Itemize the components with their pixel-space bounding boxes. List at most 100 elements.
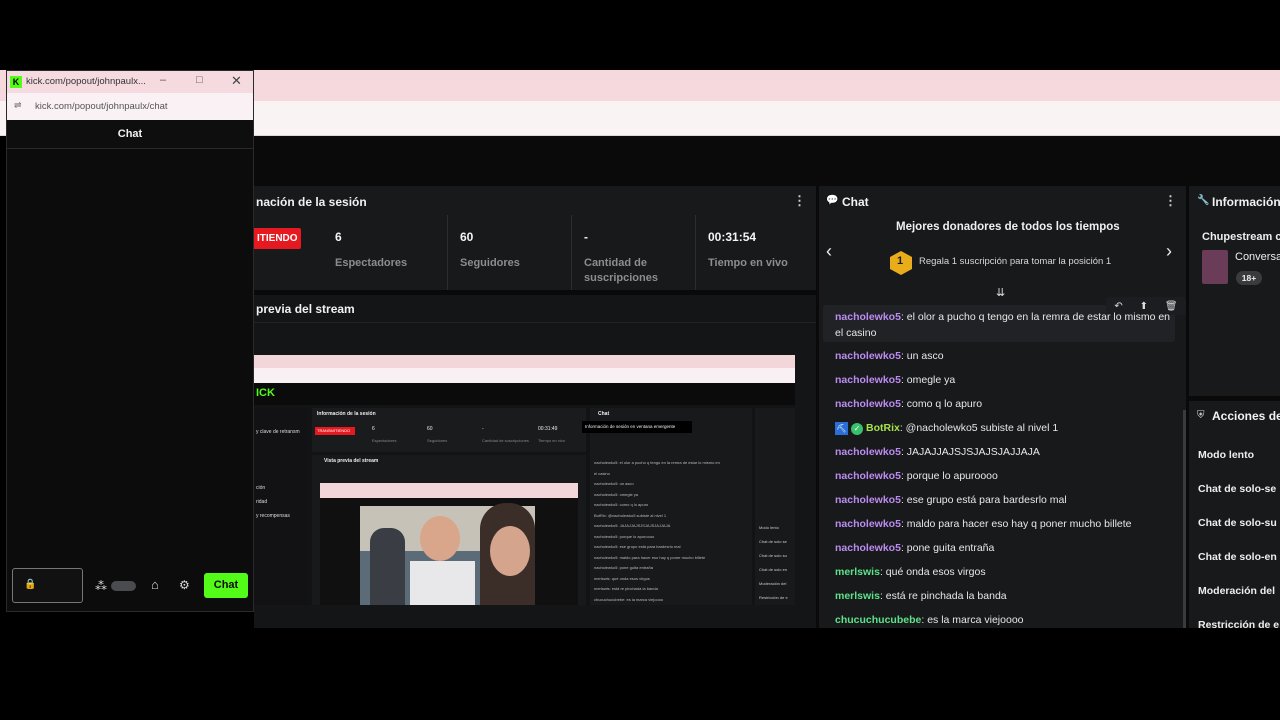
chat-message[interactable]: nacholewko5: JAJAJJAJSJSJAJSJAJJAJA	[835, 444, 1165, 460]
mini-chat-line: nacholewko5: JAJAJJAJSJSJAJSJAJJAJA	[594, 523, 671, 528]
stat-value: 6	[335, 230, 342, 244]
close-icon[interactable]: ✕	[231, 73, 242, 89]
chat-message[interactable]: nacholewko5: porque lo apuroooo	[835, 468, 1165, 484]
toggle-switch[interactable]	[111, 581, 136, 591]
chat-text: : está re pinchada la banda	[879, 590, 1007, 602]
mini-sidebar: y clave de retransm ción ridad y recompe…	[254, 408, 309, 605]
mini-chat-line: nacholewko5: pone guita entraña	[594, 565, 653, 570]
webcam-feed	[360, 503, 535, 605]
action-moderation[interactable]: Moderación del	[1198, 585, 1275, 597]
donors-cta[interactable]: Regala 1 suscripción para tomar la posic…	[919, 256, 1111, 267]
mini-chat-line: nacholewko5: como q lo apuro	[594, 502, 649, 507]
session-panel-title: nación de la sesión	[256, 195, 367, 209]
send-chat-button[interactable]: Chat	[204, 573, 248, 598]
popout-chat-title: Chat	[117, 128, 143, 140]
stream-info-panel	[1189, 186, 1280, 396]
mini-right-list: Modo lento Chat de solo se Chat de solo su…	[759, 521, 795, 605]
action-followers-only[interactable]: Chat de solo-se	[1198, 483, 1276, 495]
stat-label: Cantidad de suscripciones	[584, 257, 658, 284]
mini-session-title: Información de la sesión	[317, 411, 376, 417]
chat-username[interactable]: nacholewko5	[835, 446, 901, 458]
stat-subscriptions: - Cantidad de suscripciones	[571, 215, 695, 290]
stat-label: Tiempo en vivo	[708, 257, 788, 269]
chat-message[interactable]: nacholewko5: pone guita entraña	[835, 540, 1165, 556]
chat-username[interactable]: nacholewko5	[835, 518, 901, 530]
chat-message[interactable]: nacholewko5: omegle ya	[835, 372, 1165, 388]
collapse-arrow-icon[interactable]: ⇊	[996, 286, 1005, 299]
maximize-icon[interactable]: □	[196, 74, 203, 86]
chat-message-input[interactable]: 🔒	[12, 568, 83, 603]
mini-chat-list: nacholewko5: el olor a pucho q tengo en …	[594, 458, 750, 605]
mini-chat-line: nacholewko5: el olor a pucho q tengo en …	[594, 460, 720, 465]
chat-text: : ese grupo está para bardesrlo mal	[900, 494, 1067, 506]
site-settings-icon[interactable]: ⇌	[14, 100, 22, 111]
mini-chat-line: nacholewko5: ese grupo está para bardesr…	[594, 544, 681, 549]
preview-title: previa del stream	[256, 302, 355, 316]
chevron-right-icon[interactable]: ›	[1166, 241, 1172, 262]
chat-username[interactable]: merlswis	[835, 566, 880, 578]
chevron-left-icon[interactable]: ‹	[826, 241, 832, 262]
person-right-face	[490, 526, 530, 576]
mini-stat-lab: Tiempo en vivo	[538, 438, 565, 443]
chat-menu-icon[interactable]: ⋮	[1164, 193, 1177, 209]
popout-url[interactable]: kick.com/popout/johnpaulx/chat	[35, 101, 168, 112]
action-restriction[interactable]: Restricción de e	[1198, 619, 1279, 631]
chat-message[interactable]: nacholewko5: un asco	[835, 348, 1165, 364]
chat-username[interactable]: merlswis	[835, 590, 880, 602]
minimize-icon[interactable]: –	[160, 74, 166, 86]
popout-chat-window	[6, 70, 254, 612]
chat-message[interactable]: merlswis: está re pinchada la banda	[835, 588, 1165, 604]
lock-icon: 🔒	[24, 579, 37, 590]
mini-stat-lab: Espectadores	[372, 438, 397, 443]
mini-inner-browser	[320, 483, 578, 498]
chat-message[interactable]: nacholewko5: como q lo apuro	[835, 396, 1165, 412]
action-emotes-only[interactable]: Chat de solo-en	[1198, 551, 1277, 563]
mini-action-item: Restricción de e	[759, 595, 788, 600]
popout-chat-header: Chat	[7, 120, 253, 149]
chat-message[interactable]: nacholewko5: maldo para hacer eso hay q …	[835, 516, 1165, 532]
gear-icon[interactable]: ⚙	[179, 578, 190, 592]
chat-username[interactable]: nacholewko5	[835, 374, 901, 386]
chat-message[interactable]: nacholewko5: el olor a pucho q tengo en …	[835, 309, 1170, 341]
session-menu-icon[interactable]: ⋮	[793, 193, 806, 209]
mini-chat-title: Chat	[598, 411, 610, 417]
chat-text: : JAJAJJAJSJSJAJSJAJJAJA	[900, 446, 1040, 458]
chat-text: : maldo para hacer eso hay q poner mucho…	[900, 518, 1132, 530]
mini-chat-line: nacholewko5: porque lo apuroooo	[594, 533, 655, 539]
chat-username[interactable]: nacholewko5	[835, 350, 901, 362]
chat-username[interactable]: BotRix	[866, 422, 900, 434]
chat-bubble-icon: 💬	[826, 195, 839, 206]
chat-message[interactable]: ⛏ ✓ BotRix: @nacholewko5 subiste al nivel …	[835, 420, 1165, 436]
stream-video-preview[interactable]: ICK y clave de retransm ción ridad y rec…	[254, 355, 795, 605]
emote-icon[interactable]: ⁂	[95, 579, 107, 593]
mini-stat-lab: Seguidores	[427, 438, 448, 443]
mini-stat-val: 00:31:49	[538, 426, 558, 432]
mini-browser-address	[254, 368, 795, 383]
mini-chat-line: chucuchucubebe: es la marca viejoooo	[594, 596, 664, 602]
mini-sidebar-item: ridad	[256, 499, 268, 505]
mini-chat-line: nacholewko5: omegle ya	[594, 491, 639, 497]
chat-message[interactable]: nacholewko5: ese grupo está para bardesr…	[835, 492, 1165, 508]
kick-favicon-icon: K	[10, 76, 22, 88]
chat-username[interactable]: nacholewko5	[835, 542, 901, 554]
top-donors-title: Mejores donadores de todos los tiempos	[896, 221, 1120, 233]
chat-username[interactable]: nacholewko5	[835, 470, 901, 482]
chat-scrollbar[interactable]	[1183, 410, 1186, 628]
chat-message[interactable]: chucuchucubebe: es la marca viejoooo	[835, 612, 1165, 628]
mini-action-item: Chat de solo en	[759, 567, 788, 572]
action-slow-mode[interactable]: Modo lento	[1198, 449, 1254, 461]
chat-username[interactable]: nacholewko5	[835, 398, 901, 410]
chat-text: : un asco	[900, 350, 944, 362]
popout-titlebar[interactable]: K kick.com/popout/johnpaulx... – □ ✕	[7, 71, 253, 93]
action-subs-only[interactable]: Chat de solo-su	[1198, 517, 1277, 529]
stat-label: Seguidores	[460, 257, 520, 269]
chat-username[interactable]: nacholewko5	[835, 494, 901, 506]
store-icon[interactable]: ⌂	[151, 577, 159, 592]
popout-address-bar[interactable]: ⇌ kick.com/popout/johnpaulx/chat	[7, 93, 253, 120]
chat-username[interactable]: nacholewko5	[835, 311, 901, 323]
chat-username[interactable]: chucuchucubebe	[835, 614, 921, 626]
age-badge: 18+	[1236, 271, 1262, 285]
category-name[interactable]: Conversa	[1235, 251, 1280, 263]
chat-message[interactable]: merlswis: qué onda esos virgos	[835, 564, 1165, 580]
delete-icon[interactable]: 🗑	[1165, 301, 1178, 312]
